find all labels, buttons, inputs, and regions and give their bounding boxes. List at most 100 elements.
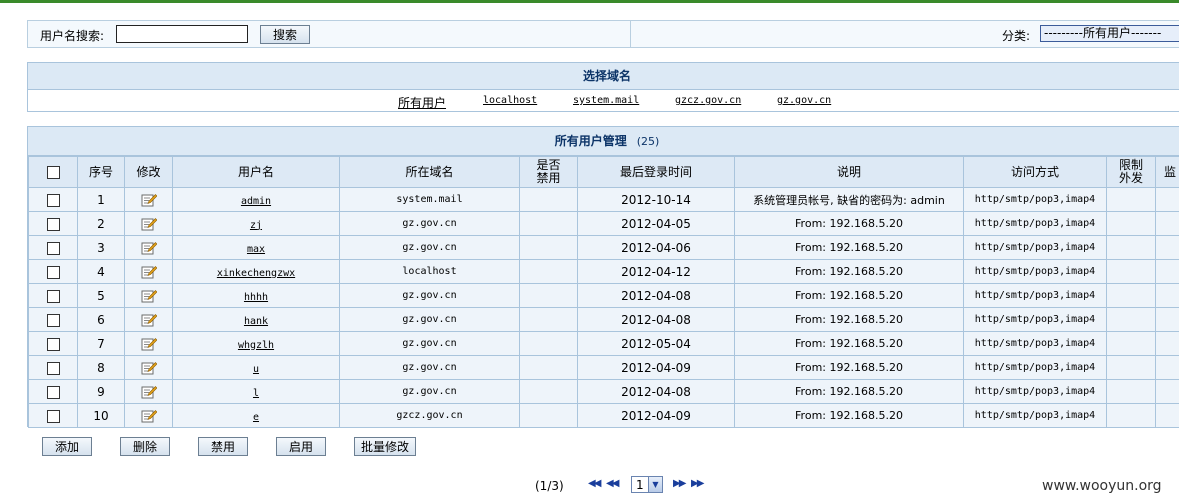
row-edit-cell[interactable] — [124, 307, 173, 332]
username-link[interactable]: hank — [244, 316, 268, 327]
edit-icon[interactable] — [141, 264, 157, 279]
edit-icon[interactable] — [141, 216, 157, 231]
row-domain: gz.gov.cn — [339, 211, 520, 236]
row-edit-cell[interactable] — [124, 187, 173, 212]
row-edit-cell[interactable] — [124, 355, 173, 380]
first-page-icon[interactable]: ◀◀ — [588, 478, 601, 489]
row-last-login: 2012-04-12 — [577, 259, 735, 284]
row-no: 6 — [77, 307, 125, 332]
search-button[interactable]: 搜索 — [260, 25, 310, 44]
row-domain: localhost — [339, 259, 520, 284]
row-limit-outgoing — [1106, 355, 1156, 380]
row-edit-cell[interactable] — [124, 259, 173, 284]
edit-icon[interactable] — [141, 312, 157, 327]
enable-button[interactable]: 启用 — [276, 437, 326, 456]
row-last-login: 2012-04-05 — [577, 211, 735, 236]
row-checkbox[interactable] — [46, 337, 60, 351]
row-edit-cell[interactable] — [124, 211, 173, 236]
row-disabled — [519, 355, 578, 380]
row-disabled — [519, 211, 578, 236]
row-domain: system.mail — [339, 187, 520, 212]
row-disabled — [519, 187, 578, 212]
domain-link-gzcz-gov-cn[interactable]: gzcz.gov.cn — [675, 95, 741, 106]
row-description: From: 192.168.5.20 — [734, 259, 964, 284]
row-edit-cell[interactable] — [124, 235, 173, 260]
edit-icon[interactable] — [141, 360, 157, 375]
username-link[interactable]: zj — [250, 220, 262, 231]
row-username-cell: admin — [172, 187, 340, 212]
edit-icon[interactable] — [141, 192, 157, 207]
row-access: http/smtp/pop3,imap4 — [963, 211, 1107, 236]
row-select-cell[interactable] — [28, 259, 78, 284]
row-checkbox[interactable] — [46, 217, 60, 231]
edit-icon[interactable] — [141, 288, 157, 303]
row-checkbox[interactable] — [46, 265, 60, 279]
disable-button[interactable]: 禁用 — [198, 437, 248, 456]
next-page-icon[interactable]: ▶▶ — [673, 478, 686, 489]
row-select-cell[interactable] — [28, 235, 78, 260]
username-link[interactable]: l — [253, 388, 259, 399]
header-edit: 修改 — [124, 156, 173, 188]
table-row: 6 hank gz.gov.cn 2012-04-08 From: 192.168.5.… — [28, 307, 1179, 332]
row-edit-cell[interactable] — [124, 403, 173, 428]
username-link[interactable]: e — [253, 412, 259, 423]
user-panel-title-text: 所有用户管理 — [554, 134, 627, 148]
table-row: 1 admin system.mail 2012-10-14 系统管理员帐号, 缺省的密… — [28, 187, 1179, 212]
domain-link-all-users[interactable]: 所有用户 — [398, 94, 446, 111]
page-select[interactable]: 1 ▼ — [631, 476, 663, 493]
row-edit-cell[interactable] — [124, 331, 173, 356]
row-username-cell: xinkechengzwx — [172, 259, 340, 284]
row-checkbox[interactable] — [46, 361, 60, 375]
row-checkbox[interactable] — [46, 385, 60, 399]
username-link[interactable]: max — [247, 244, 265, 255]
row-checkbox[interactable] — [46, 313, 60, 327]
last-page-icon[interactable]: ▶▶ — [691, 478, 704, 489]
username-link[interactable]: whgzlh — [238, 340, 274, 351]
row-checkbox[interactable] — [46, 289, 60, 303]
username-link[interactable]: u — [253, 364, 259, 375]
row-domain: gzcz.gov.cn — [339, 403, 520, 428]
search-bar-divider — [630, 21, 631, 47]
row-select-cell[interactable] — [28, 355, 78, 380]
category-select[interactable]: ---------所有用户------- — [1040, 25, 1179, 42]
edit-icon[interactable] — [141, 336, 157, 351]
row-select-cell[interactable] — [28, 211, 78, 236]
row-checkbox[interactable] — [46, 241, 60, 255]
batch-edit-button[interactable]: 批量修改 — [354, 437, 416, 456]
row-access: http/smtp/pop3,imap4 — [963, 187, 1107, 212]
select-all-checkbox[interactable] — [46, 165, 60, 179]
add-button[interactable]: 添加 — [42, 437, 92, 456]
domain-link-system-mail[interactable]: system.mail — [573, 95, 639, 106]
row-monitor — [1155, 355, 1179, 380]
row-checkbox[interactable] — [46, 193, 60, 207]
edit-icon[interactable] — [141, 240, 157, 255]
row-select-cell[interactable] — [28, 403, 78, 428]
delete-button[interactable]: 删除 — [120, 437, 170, 456]
domain-link-localhost[interactable]: localhost — [483, 95, 537, 106]
row-select-cell[interactable] — [28, 283, 78, 308]
row-checkbox[interactable] — [46, 409, 60, 423]
prev-page-icon[interactable]: ◀◀ — [606, 478, 619, 489]
username-link[interactable]: xinkechengzwx — [217, 268, 295, 279]
chevron-down-icon: ▼ — [648, 477, 662, 492]
domain-link-gz-gov-cn[interactable]: gz.gov.cn — [777, 95, 831, 106]
edit-icon[interactable] — [141, 384, 157, 399]
row-edit-cell[interactable] — [124, 379, 173, 404]
username-search-input[interactable] — [116, 25, 248, 43]
edit-icon[interactable] — [141, 408, 157, 423]
row-edit-cell[interactable] — [124, 283, 173, 308]
username-link[interactable]: hhhh — [244, 292, 268, 303]
username-link[interactable]: admin — [241, 196, 271, 207]
row-last-login: 2012-05-04 — [577, 331, 735, 356]
header-disabled: 是否禁用 — [519, 156, 578, 188]
row-select-cell[interactable] — [28, 187, 78, 212]
header-select-all[interactable] — [28, 156, 78, 188]
row-select-cell[interactable] — [28, 379, 78, 404]
category-label: 分类: — [1002, 29, 1031, 43]
row-select-cell[interactable] — [28, 307, 78, 332]
table-row: 9 l gz.gov.cn 2012-04-08 From: 192.168.5.20 h… — [28, 379, 1179, 404]
row-no: 3 — [77, 235, 125, 260]
row-domain: gz.gov.cn — [339, 307, 520, 332]
table-row: 5 hhhh gz.gov.cn 2012-04-08 From: 192.168.5.… — [28, 283, 1179, 308]
row-select-cell[interactable] — [28, 331, 78, 356]
